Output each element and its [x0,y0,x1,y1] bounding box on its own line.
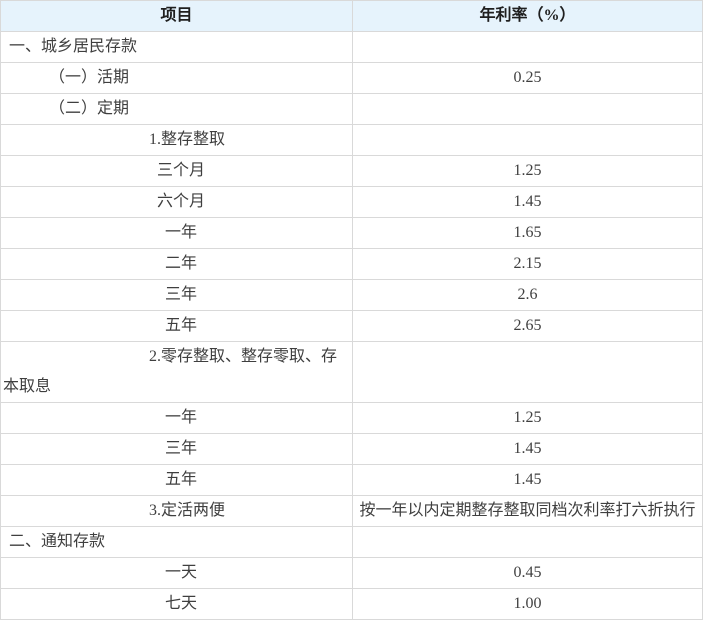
table-body: 一、城乡居民存款（一）活期0.25（二）定期1.整存整取三个月1.25六个月1.… [1,32,703,620]
item-cell: 五年 [1,311,353,342]
rate-cell: 0.25 [353,63,703,94]
item-cell: （二）定期 [1,94,353,125]
table-row: 三年1.45 [1,434,703,465]
deposit-rate-table: 项目 年利率（%） 一、城乡居民存款（一）活期0.25（二）定期1.整存整取三个… [0,0,703,620]
item-cell: 二、通知存款 [1,527,353,558]
table-row: 2.零存整取、整存零取、存本取息 [1,342,703,403]
rate-cell: 1.45 [353,434,703,465]
table-row: 五年2.65 [1,311,703,342]
table-row: 1.整存整取 [1,125,703,156]
rate-cell: 0.45 [353,558,703,589]
col-header-item: 项目 [1,1,353,32]
item-cell: 3.定活两便 [1,496,353,527]
header-row: 项目 年利率（%） [1,1,703,32]
rate-cell: 1.00 [353,589,703,620]
rate-cell: 1.25 [353,403,703,434]
table-row: 一天0.45 [1,558,703,589]
table-row: 一、城乡居民存款 [1,32,703,63]
rate-cell: 2.6 [353,280,703,311]
item-cell: 六个月 [1,187,353,218]
table-row: 一年1.25 [1,403,703,434]
rate-cell [353,32,703,63]
table-row: 六个月1.45 [1,187,703,218]
table-row: 二、通知存款 [1,527,703,558]
item-cell: 三个月 [1,156,353,187]
table-row: 一年1.65 [1,218,703,249]
rate-cell: 1.45 [353,465,703,496]
table-row: （二）定期 [1,94,703,125]
table-row: 七天1.00 [1,589,703,620]
item-cell: 三年 [1,434,353,465]
item-cell: 三年 [1,280,353,311]
table-row: 二年2.15 [1,249,703,280]
rate-cell: 1.45 [353,187,703,218]
table-row: 3.定活两便按一年以内定期整存整取同档次利率打六折执行 [1,496,703,527]
rate-cell [353,527,703,558]
table-row: 五年1.45 [1,465,703,496]
rate-cell [353,342,703,403]
item-cell: 一年 [1,403,353,434]
deposit-rate-page: 项目 年利率（%） 一、城乡居民存款（一）活期0.25（二）定期1.整存整取三个… [0,0,703,620]
item-cell: 一、城乡居民存款 [1,32,353,63]
rate-cell: 2.15 [353,249,703,280]
table-row: （一）活期0.25 [1,63,703,94]
table-row: 三年2.6 [1,280,703,311]
item-cell: 七天 [1,589,353,620]
rate-cell [353,125,703,156]
rate-cell: 1.25 [353,156,703,187]
item-cell: 一年 [1,218,353,249]
item-cell: 五年 [1,465,353,496]
rate-cell: 1.65 [353,218,703,249]
item-cell: 一天 [1,558,353,589]
rate-cell: 2.65 [353,311,703,342]
col-header-annual-rate: 年利率（%） [353,1,703,32]
item-cell: （一）活期 [1,63,353,94]
item-cell: 1.整存整取 [1,125,353,156]
item-cell: 二年 [1,249,353,280]
rate-cell [353,94,703,125]
rate-cell: 按一年以内定期整存整取同档次利率打六折执行 [353,496,703,527]
item-cell: 2.零存整取、整存零取、存本取息 [1,342,353,403]
table-row: 三个月1.25 [1,156,703,187]
